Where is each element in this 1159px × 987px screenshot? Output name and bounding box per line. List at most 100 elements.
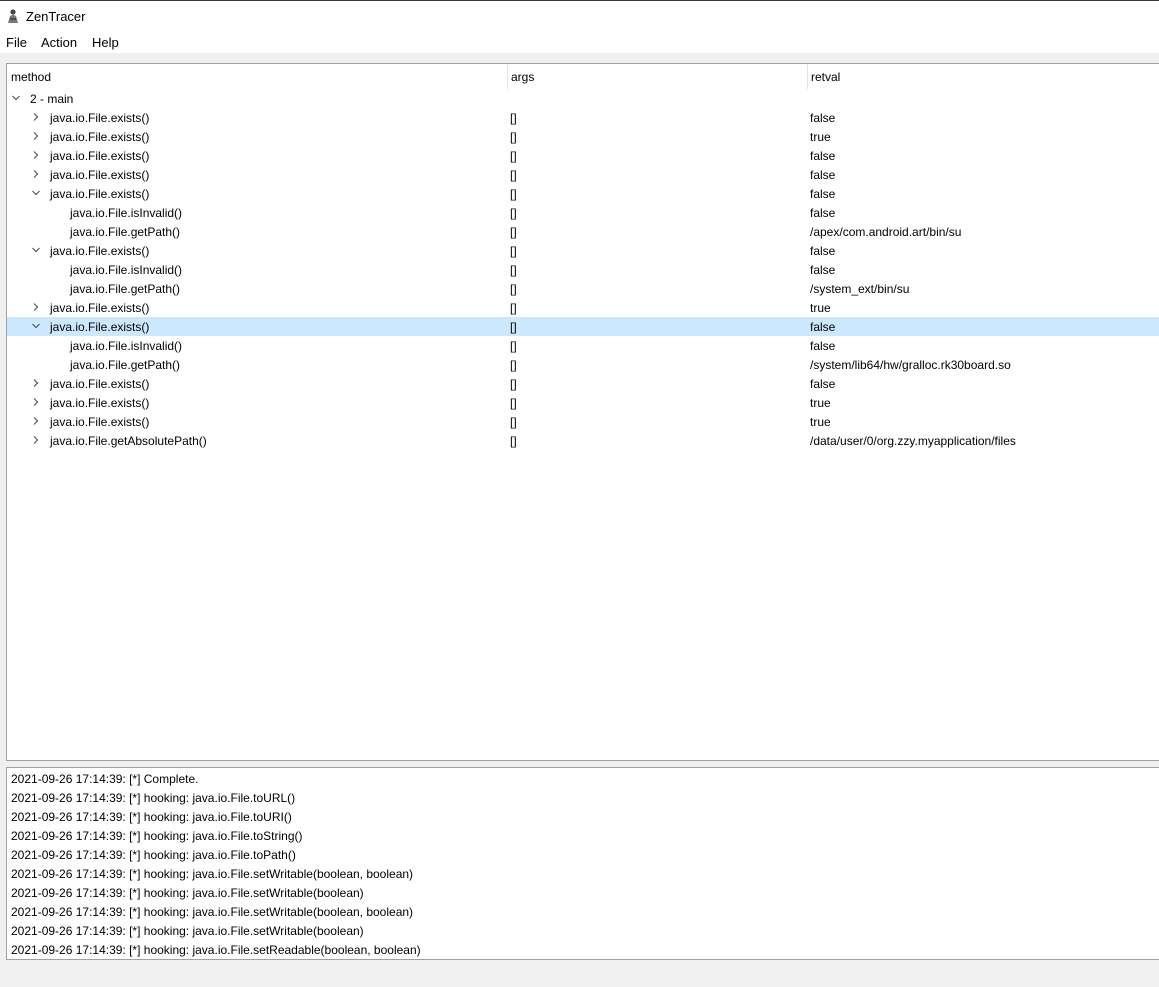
menu-help[interactable]: Help: [91, 35, 120, 50]
log-line: 2021-09-26 17:14:39: [*] Complete.: [11, 772, 199, 786]
chevron-right-icon[interactable]: [31, 131, 41, 141]
tree-row[interactable]: java.io.File.getPath() [] /system/lib64/hw…: [7, 355, 1159, 374]
retval-cell: /system/lib64/hw/gralloc.rk30board.so: [810, 358, 1011, 372]
log-line: 2021-09-26 17:14:39: [*] hooking: java.i…: [11, 886, 364, 900]
args-cell: []: [510, 301, 517, 315]
menu-action[interactable]: Action: [40, 35, 78, 50]
log-line: 2021-09-26 17:14:39: [*] hooking: java.i…: [11, 924, 364, 938]
retval-cell: false: [810, 263, 836, 277]
args-cell: []: [510, 396, 517, 410]
log-line: 2021-09-26 17:14:39: [*] hooking: java.i…: [11, 943, 421, 957]
retval-cell: true: [810, 130, 831, 144]
title-bar: ZenTracer: [0, 0, 1159, 31]
chevron-right-icon[interactable]: [31, 397, 41, 407]
method-cell: java.io.File.getPath(): [70, 282, 181, 296]
log-line: 2021-09-26 17:14:39: [*] hooking: java.i…: [11, 829, 303, 843]
method-cell: java.io.File.exists(): [50, 301, 150, 315]
tree-row[interactable]: java.io.File.getPath() [] /system_ext/bin/…: [7, 279, 1159, 298]
log-line: 2021-09-26 17:14:39: [*] hooking: java.i…: [11, 848, 296, 862]
tree-row[interactable]: java.io.File.exists() [] true: [7, 412, 1159, 431]
method-cell: java.io.File.exists(): [50, 149, 150, 163]
chevron-right-icon[interactable]: [31, 378, 41, 388]
tree-row[interactable]: java.io.File.exists() [] false: [7, 108, 1159, 127]
method-cell: 2 - main: [30, 92, 74, 106]
args-cell: []: [510, 225, 517, 239]
tree-row[interactable]: java.io.File.exists() [] true: [7, 393, 1159, 412]
chevron-right-icon[interactable]: [31, 435, 41, 445]
column-header-args[interactable]: args: [511, 70, 534, 84]
retval-cell: false: [810, 320, 836, 334]
tree-row[interactable]: java.io.File.exists() [] false: [7, 184, 1159, 203]
retval-cell: /data/user/0/org.zzy.myapplication/files: [810, 434, 1016, 448]
tree-row[interactable]: java.io.File.isInvalid() [] false: [7, 260, 1159, 279]
retval-cell: false: [810, 206, 836, 220]
retval-cell: false: [810, 244, 836, 258]
retval-cell: false: [810, 111, 836, 125]
retval-cell: false: [810, 187, 836, 201]
chevron-right-icon[interactable]: [31, 169, 41, 179]
args-cell: []: [510, 168, 517, 182]
tree-header: method args retval: [7, 64, 1159, 89]
trace-tree[interactable]: method args retval 2 - main java.io.File.…: [6, 63, 1159, 761]
retval-cell: /apex/com.android.art/bin/su: [810, 225, 962, 239]
method-cell: java.io.File.exists(): [50, 130, 150, 144]
log-line: 2021-09-26 17:14:39: [*] hooking: java.i…: [11, 791, 296, 805]
column-divider[interactable]: [807, 64, 808, 89]
menu-file[interactable]: File: [5, 35, 28, 50]
args-cell: []: [510, 377, 517, 391]
log-line: 2021-09-26 17:14:39: [*] hooking: java.i…: [11, 905, 414, 919]
retval-cell: false: [810, 149, 836, 163]
method-cell: java.io.File.exists(): [50, 111, 150, 125]
tree-row[interactable]: java.io.File.isInvalid() [] false: [7, 336, 1159, 355]
args-cell: []: [510, 415, 517, 429]
chevron-right-icon[interactable]: [31, 302, 41, 312]
column-header-method[interactable]: method: [11, 70, 51, 84]
args-cell: []: [510, 187, 517, 201]
args-cell: []: [510, 149, 517, 163]
args-cell: []: [510, 130, 517, 144]
tree-row[interactable]: java.io.File.exists() [] true: [7, 127, 1159, 146]
args-cell: []: [510, 434, 517, 448]
retval-cell: true: [810, 415, 831, 429]
log-panel[interactable]: 2021-09-26 17:14:39: [*] Complete. 2021-0…: [6, 767, 1159, 960]
args-cell: []: [510, 263, 517, 277]
chevron-right-icon[interactable]: [31, 416, 41, 426]
column-divider[interactable]: [507, 64, 508, 89]
chevron-down-icon[interactable]: [31, 188, 41, 198]
tree-row[interactable]: java.io.File.exists() [] false: [7, 317, 1159, 336]
retval-cell: /system_ext/bin/su: [810, 282, 910, 296]
window-title: ZenTracer: [26, 9, 86, 24]
method-cell: java.io.File.exists(): [50, 415, 150, 429]
chevron-down-icon[interactable]: [31, 321, 41, 331]
args-cell: []: [510, 206, 517, 220]
tree-row[interactable]: java.io.File.exists() [] false: [7, 374, 1159, 393]
column-header-retval[interactable]: retval: [811, 70, 840, 84]
method-cell: java.io.File.exists(): [50, 168, 150, 182]
method-cell: java.io.File.isInvalid(): [70, 339, 183, 353]
method-cell: java.io.File.exists(): [50, 244, 150, 258]
tree-row[interactable]: java.io.File.exists() [] false: [7, 241, 1159, 260]
method-cell: java.io.File.exists(): [50, 187, 150, 201]
retval-cell: false: [810, 168, 836, 182]
args-cell: []: [510, 320, 517, 334]
tree-row[interactable]: java.io.File.exists() [] false: [7, 165, 1159, 184]
chevron-right-icon[interactable]: [31, 112, 41, 122]
app-icon: [8, 9, 18, 23]
tree-row[interactable]: java.io.File.isInvalid() [] false: [7, 203, 1159, 222]
retval-cell: false: [810, 377, 836, 391]
tree-row[interactable]: java.io.File.exists() [] true: [7, 298, 1159, 317]
log-line: 2021-09-26 17:14:39: [*] hooking: java.i…: [11, 867, 414, 881]
tree-row[interactable]: java.io.File.getAbsolutePath() [] /data/us…: [7, 431, 1159, 450]
chevron-right-icon[interactable]: [31, 150, 41, 160]
retval-cell: false: [810, 339, 836, 353]
method-cell: java.io.File.exists(): [50, 320, 150, 334]
args-cell: []: [510, 282, 517, 296]
log-line: 2021-09-26 17:14:39: [*] hooking: java.i…: [11, 810, 292, 824]
method-cell: java.io.File.getPath(): [70, 358, 181, 372]
tree-row[interactable]: 2 - main: [7, 89, 1159, 108]
tree-row[interactable]: java.io.File.exists() [] false: [7, 146, 1159, 165]
tree-row[interactable]: java.io.File.getPath() [] /apex/com.androi…: [7, 222, 1159, 241]
retval-cell: true: [810, 301, 831, 315]
chevron-down-icon[interactable]: [31, 245, 41, 255]
chevron-down-icon[interactable]: [11, 93, 21, 103]
